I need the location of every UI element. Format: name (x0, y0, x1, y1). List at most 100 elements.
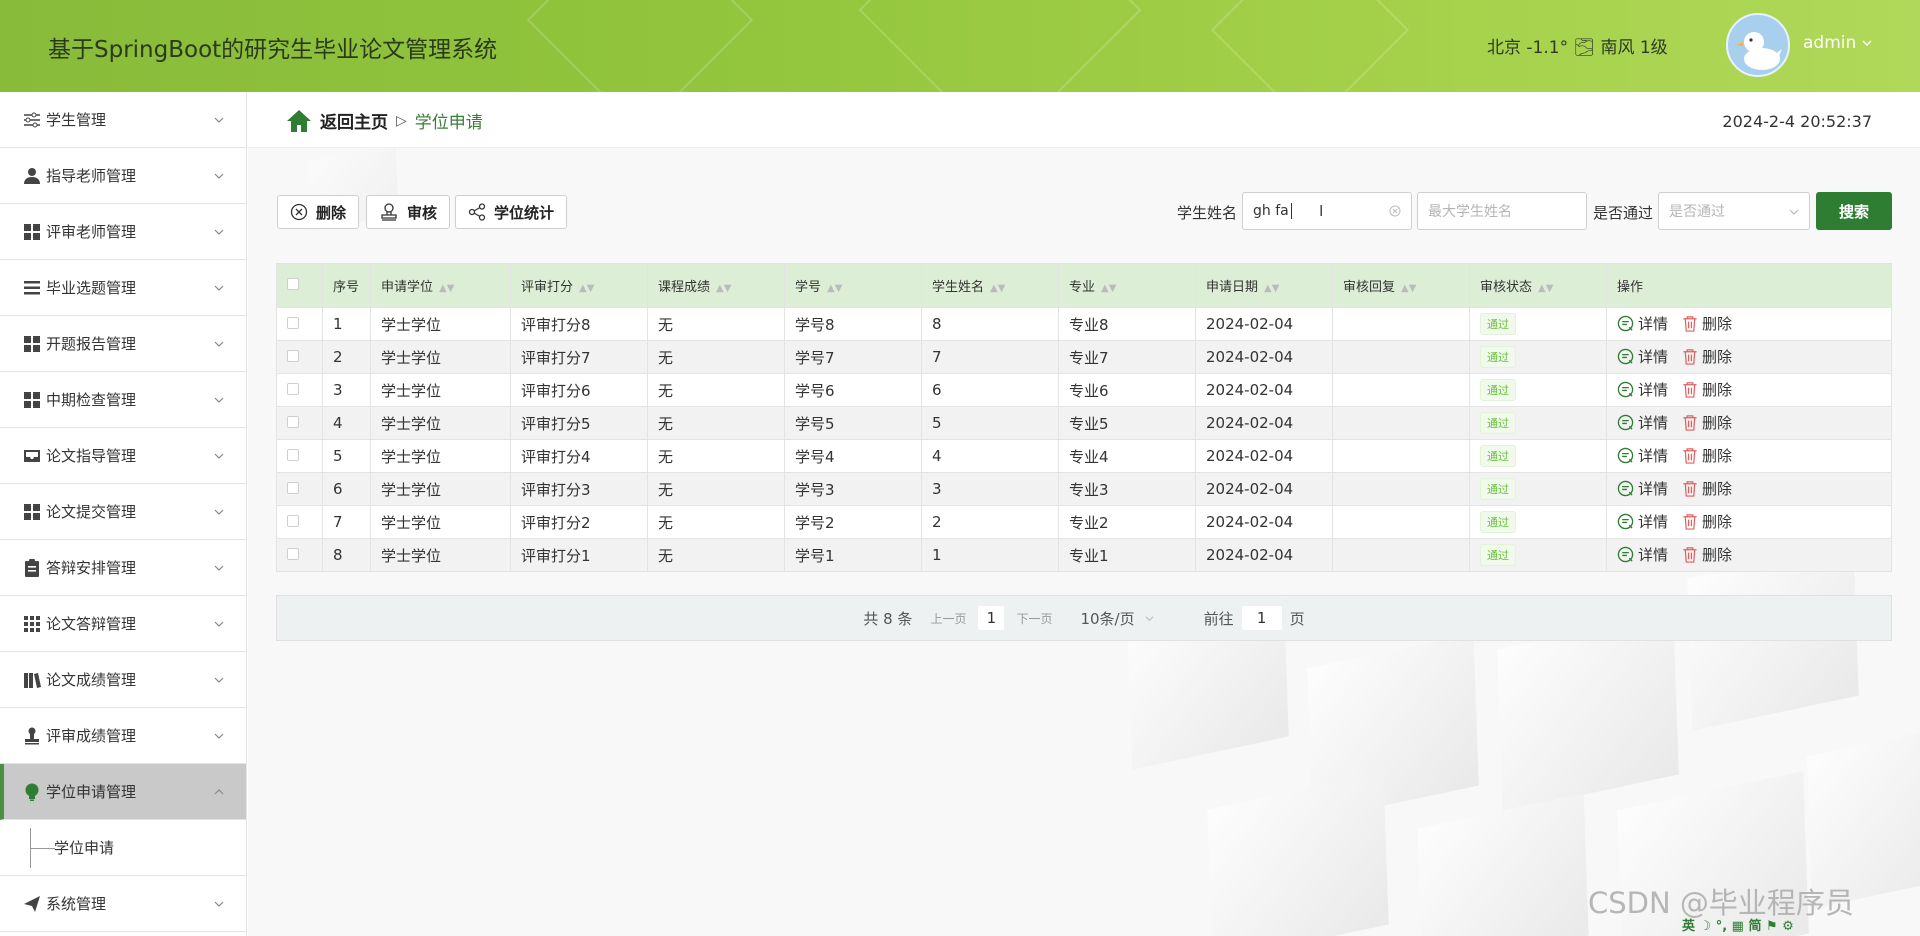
table-row[interactable]: 5 学士学位 评审打分4 无学号4 4 专业4 2024-02-04 通过 详情 删除 (276, 439, 1892, 473)
cell-sid: 学号5 (784, 406, 922, 440)
pass-select[interactable]: 是否通过 (1658, 192, 1810, 230)
sidebar-item-midterm[interactable]: 中期检查管理 (0, 372, 246, 428)
row-checkbox-cell[interactable] (276, 307, 323, 341)
cell-actions: 详情 删除 (1606, 439, 1892, 473)
row-checkbox[interactable] (287, 350, 299, 362)
breadcrumb-home[interactable]: 返回主页 (320, 108, 388, 133)
select-all-header[interactable] (276, 263, 323, 308)
row-checkbox[interactable] (287, 416, 299, 428)
detail-button[interactable]: 详情 (1617, 346, 1668, 367)
column-header[interactable]: 评审打分 ▲▼ (510, 263, 648, 308)
delete-button[interactable]: 删除 (277, 195, 360, 229)
row-delete-button[interactable]: 删除 (1682, 379, 1732, 400)
sidebar-item-advisor[interactable]: 指导老师管理 (0, 148, 246, 204)
row-checkbox[interactable] (287, 317, 299, 329)
sidebar-item-proposal[interactable]: 开题报告管理 (0, 316, 246, 372)
column-header[interactable]: 申请日期 ▲▼ (1195, 263, 1333, 308)
table-row[interactable]: 8 学士学位 评审打分1 无学号1 1 专业1 2024-02-04 通过 详情 删除 (276, 538, 1892, 572)
chevron-down-icon (214, 397, 224, 403)
column-header[interactable]: 审核状态 ▲▼ (1469, 263, 1607, 308)
avatar[interactable] (1726, 13, 1790, 77)
sidebar-item-system[interactable]: 系统管理 (0, 876, 246, 932)
detail-button[interactable]: 详情 (1617, 412, 1668, 433)
sidebar-item-reviewer[interactable]: 评审老师管理 (0, 204, 246, 260)
sidebar-item-student[interactable]: 学生管理 (0, 92, 246, 148)
row-checkbox-cell[interactable] (276, 406, 323, 440)
column-header[interactable]: 审核回复 ▲▼ (1332, 263, 1470, 308)
column-header[interactable]: 课程成绩 ▲▼ (647, 263, 785, 308)
detail-button[interactable]: 详情 (1617, 313, 1668, 334)
clear-icon[interactable] (1389, 205, 1401, 217)
row-checkbox[interactable] (287, 449, 299, 461)
column-header[interactable]: 专业 ▲▼ (1058, 263, 1196, 308)
table-row[interactable]: 2 学士学位 评审打分7 无学号7 7 专业7 2024-02-04 通过 详情 删除 (276, 340, 1892, 374)
table-row[interactable]: 7 学士学位 评审打分2 无学号2 2 专业2 2024-02-04 通过 详情 删除 (276, 505, 1892, 539)
detail-button[interactable]: 详情 (1617, 544, 1668, 565)
sort-icon[interactable]: ▲▼ (990, 283, 1005, 294)
table-row[interactable]: 4 学士学位 评审打分5 无学号5 5 专业5 2024-02-04 通过 详情 删除 (276, 406, 1892, 440)
page-size-select[interactable]: 10条/页 (1080, 608, 1154, 629)
sidebar-subitem-degree-application[interactable]: 学位申请 (0, 820, 246, 876)
detail-button[interactable]: 详情 (1617, 478, 1668, 499)
sort-icon[interactable]: ▲▼ (1538, 283, 1553, 294)
row-checkbox-cell[interactable] (276, 340, 323, 374)
row-delete-button[interactable]: 删除 (1682, 544, 1732, 565)
row-checkbox-cell[interactable] (276, 373, 323, 407)
sidebar-item-defense[interactable]: 论文答辩管理 (0, 596, 246, 652)
background-decoration (1417, 793, 1589, 936)
sort-icon[interactable]: ▲▼ (1264, 283, 1279, 294)
prev-page-button[interactable]: 上一页 (930, 610, 966, 627)
home-icon[interactable] (286, 109, 312, 133)
sidebar-subitem-label: 学位申请 (54, 839, 115, 857)
detail-button[interactable]: 详情 (1617, 511, 1668, 532)
column-header[interactable]: 学号 ▲▼ (784, 263, 922, 308)
table-row[interactable]: 1 学士学位 评审打分8 无学号8 8 专业8 2024-02-04 通过 详情 删除 (276, 307, 1892, 341)
degree-stats-button[interactable]: 学位统计 (455, 195, 568, 229)
table-row[interactable]: 3 学士学位 评审打分6 无学号6 6 专业6 2024-02-04 通过 详情 删除 (276, 373, 1892, 407)
row-checkbox[interactable] (287, 482, 299, 494)
row-checkbox[interactable] (287, 548, 299, 560)
sidebar-item-topic[interactable]: 毕业选题管理 (0, 260, 246, 316)
cell-score: 评审打分4 (510, 439, 648, 473)
detail-button[interactable]: 详情 (1617, 379, 1668, 400)
audit-button[interactable]: 审核 (366, 195, 451, 229)
row-checkbox-cell[interactable] (276, 505, 323, 539)
cell-actions: 详情 删除 (1606, 373, 1892, 407)
goto-page-input[interactable]: 1 (1241, 606, 1282, 630)
sort-icon[interactable]: ▲▼ (579, 283, 594, 294)
row-delete-button[interactable]: 删除 (1682, 445, 1732, 466)
page-number-current[interactable]: 1 (978, 606, 1005, 630)
sidebar-item-degree-application[interactable]: 学位申请管理 (0, 764, 246, 820)
column-header[interactable]: 学生姓名 ▲▼ (921, 263, 1059, 308)
row-delete-button[interactable]: 删除 (1682, 412, 1732, 433)
table-row[interactable]: 6 学士学位 评审打分3 无学号3 3 专业3 2024-02-04 通过 详情 删除 (276, 472, 1892, 506)
next-page-button[interactable]: 下一页 (1016, 610, 1052, 627)
datetime: 2024-2-4 20:52:37 (1722, 112, 1872, 131)
column-header[interactable]: 申请学位 ▲▼ (370, 263, 511, 308)
max-student-name-input[interactable]: 最大学生姓名 (1417, 192, 1587, 230)
sidebar-item-submission[interactable]: 论文提交管理 (0, 484, 246, 540)
sidebar-item-review-grades[interactable]: 评审成绩管理 (0, 708, 246, 764)
sort-icon[interactable]: ▲▼ (1401, 283, 1416, 294)
row-delete-button[interactable]: 删除 (1682, 511, 1732, 532)
row-checkbox[interactable] (287, 383, 299, 395)
sidebar-item-defense-schedule[interactable]: 答辩安排管理 (0, 540, 246, 596)
sidebar-item-grades[interactable]: 论文成绩管理 (0, 652, 246, 708)
row-checkbox-cell[interactable] (276, 538, 323, 572)
sidebar-item-guidance[interactable]: 论文指导管理 (0, 428, 246, 484)
student-name-input[interactable]: gh fa I (1242, 192, 1412, 230)
sort-icon[interactable]: ▲▼ (1101, 283, 1116, 294)
row-checkbox-cell[interactable] (276, 472, 323, 506)
search-button[interactable]: 搜索 (1816, 192, 1892, 230)
user-menu[interactable]: admin (1803, 33, 1872, 53)
row-delete-button[interactable]: 删除 (1682, 346, 1732, 367)
sort-icon[interactable]: ▲▼ (827, 283, 842, 294)
sort-icon[interactable]: ▲▼ (439, 283, 454, 294)
row-delete-button[interactable]: 删除 (1682, 313, 1732, 334)
row-delete-button[interactable]: 删除 (1682, 478, 1732, 499)
row-checkbox[interactable] (287, 515, 299, 527)
detail-button[interactable]: 详情 (1617, 445, 1668, 466)
select-all-checkbox[interactable] (287, 277, 299, 290)
row-checkbox-cell[interactable] (276, 439, 323, 473)
sort-icon[interactable]: ▲▼ (716, 283, 731, 294)
